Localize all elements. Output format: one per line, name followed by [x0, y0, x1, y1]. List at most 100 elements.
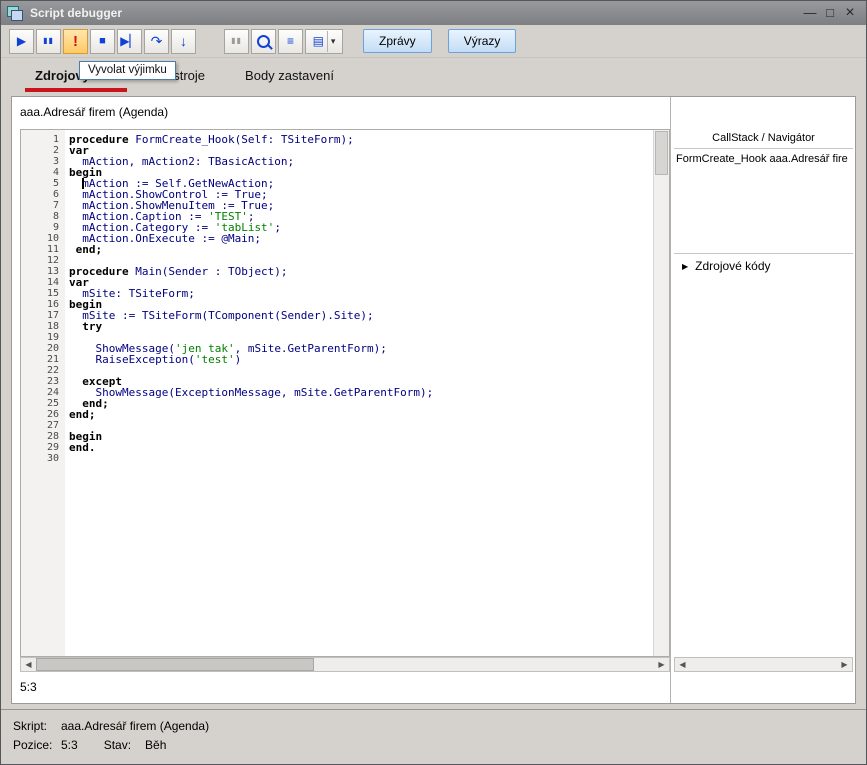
- callstack-horizontal-scrollbar[interactable]: ◀ ▶: [674, 657, 853, 672]
- search-button[interactable]: [251, 29, 276, 54]
- scroll-right-icon[interactable]: ▶: [837, 658, 852, 671]
- raise-exception-button[interactable]: !: [63, 29, 88, 54]
- script-label: Skript:: [13, 719, 61, 733]
- script-value: aaa.Adresář firem (Agenda): [61, 719, 209, 733]
- window-title: Script debugger: [30, 6, 800, 20]
- editor-vertical-scrollbar[interactable]: [653, 130, 669, 656]
- code-line: [69, 365, 653, 376]
- script-debugger-window: Script debugger — □ × ▶ ▮▮! ■ ▶▏ ↷ ↓ ▮▮ ≡ ▤▾ Zpr…: [0, 0, 867, 765]
- editor-horizontal-scrollbar[interactable]: ◀ ▶: [20, 657, 670, 672]
- navigator-tree[interactable]: ▶ Zdrojové kódy: [674, 252, 853, 657]
- line-number: 22: [21, 365, 65, 376]
- line-number: 20: [21, 343, 65, 354]
- run-button[interactable]: ▶: [9, 29, 34, 54]
- vscroll-thumb[interactable]: [655, 131, 668, 175]
- code-line: end;: [69, 409, 653, 420]
- expressions-toggle-button[interactable]: Výrazy: [448, 29, 517, 53]
- code-line: end;: [69, 398, 653, 409]
- code-line: mAction.OnExecute := @Main;: [69, 233, 653, 244]
- state-label: Stav:: [104, 738, 131, 752]
- line-number: 5: [21, 178, 65, 189]
- callstack-panel: CallStack / Navigátor FormCreate_Hook aa…: [674, 129, 853, 657]
- callstack-list[interactable]: FormCreate_Hook aaa.Adresář fire: [674, 148, 853, 254]
- code-line: mSite := TSiteForm(TComponent(Sender).Si…: [69, 310, 653, 321]
- pause-secondary-button[interactable]: ▮▮: [224, 29, 249, 54]
- line-number: 6: [21, 189, 65, 200]
- document-title: aaa.Adresář firem (Agenda): [20, 105, 168, 119]
- status-script-row: Skript: aaa.Adresář firem (Agenda): [13, 719, 209, 733]
- line-number: 23: [21, 376, 65, 387]
- scroll-right-icon[interactable]: ▶: [654, 658, 669, 671]
- tree-node-zdrojové-kódy[interactable]: ▶ Zdrojové kódy: [674, 252, 853, 273]
- exclamation-icon: !: [73, 34, 78, 49]
- run-to-cursor-button[interactable]: ↷: [144, 29, 169, 54]
- code-area[interactable]: procedure FormCreate_Hook(Self: TSiteFor…: [65, 130, 653, 656]
- code-line: end;: [69, 244, 653, 255]
- line-number: 24: [21, 387, 65, 398]
- window-icon: ▤: [313, 35, 324, 47]
- play-icon: ▶: [17, 35, 26, 47]
- windows-dropdown-button[interactable]: ▤▾: [305, 29, 343, 54]
- line-number: 26: [21, 409, 65, 420]
- scroll-left-icon[interactable]: ◀: [21, 658, 36, 671]
- editor-gutter: 1234567891011121314151617181920212223242…: [21, 130, 65, 656]
- line-number: 9: [21, 222, 65, 233]
- maximize-button[interactable]: □: [820, 1, 840, 25]
- code-line: mAction, mAction2: TBasicAction;: [69, 156, 653, 167]
- code-line: begin: [69, 431, 653, 442]
- line-number: 16: [21, 299, 65, 310]
- step-over-icon: ▶▏: [120, 35, 138, 47]
- line-number: 1: [21, 134, 65, 145]
- tree-expander-icon[interactable]: ▶: [682, 262, 688, 271]
- line-number: 21: [21, 354, 65, 365]
- watch-list-button[interactable]: ≡: [278, 29, 303, 54]
- callstack-header: CallStack / Navigátor: [674, 129, 853, 148]
- stop-button[interactable]: ■: [90, 29, 115, 54]
- state-value: Běh: [145, 738, 166, 752]
- app-icon: [7, 6, 23, 20]
- line-number: 7: [21, 200, 65, 211]
- line-number: 10: [21, 233, 65, 244]
- code-line: [69, 420, 653, 431]
- line-number: 18: [21, 321, 65, 332]
- messages-toggle-button[interactable]: Zprávy: [363, 29, 432, 53]
- close-button[interactable]: ×: [840, 1, 860, 25]
- minimize-button[interactable]: —: [800, 1, 820, 25]
- tab-breakpoints[interactable]: Body zastavení: [225, 59, 354, 95]
- caret-position-label: 5:3: [20, 680, 37, 694]
- status-position-row: Pozice: 5:3 Stav: Běh: [13, 738, 166, 752]
- pause-button[interactable]: ▮▮: [36, 29, 61, 54]
- line-number: 17: [21, 310, 65, 321]
- toolbar: ▶ ▮▮! ■ ▶▏ ↷ ↓ ▮▮ ≡ ▤▾ Zprávy Výrazy: [1, 25, 866, 58]
- code-line: try: [69, 321, 653, 332]
- code-line: end.: [69, 442, 653, 453]
- step-over-button[interactable]: ▶▏: [117, 29, 142, 54]
- titlebar[interactable]: Script debugger — □ ×: [1, 1, 866, 25]
- list-icon: ≡: [287, 35, 294, 47]
- line-number: 28: [21, 431, 65, 442]
- toolbar-buttons: ▶ ▮▮! ■ ▶▏ ↷ ↓ ▮▮ ≡ ▤▾: [9, 29, 345, 54]
- panel-splitter[interactable]: [670, 97, 671, 703]
- position-value: 5:3: [61, 738, 78, 752]
- tree-node-label: Zdrojové kódy: [695, 259, 770, 273]
- line-number: 4: [21, 167, 65, 178]
- pause-gray-icon: ▮▮: [231, 37, 242, 45]
- callstack-item[interactable]: FormCreate_Hook aaa.Adresář fire: [674, 149, 853, 165]
- code-editor[interactable]: 1234567891011121314151617181920212223242…: [20, 129, 670, 657]
- curved-arrow-icon: ↷: [151, 34, 163, 48]
- line-number: 3: [21, 156, 65, 167]
- text-caret: [82, 178, 84, 189]
- hscroll-thumb[interactable]: [36, 658, 314, 671]
- dropdown-arrow-icon[interactable]: ▾: [327, 31, 336, 52]
- scroll-left-icon[interactable]: ◀: [675, 658, 690, 671]
- line-number: 12: [21, 255, 65, 266]
- stop-icon: ■: [99, 36, 106, 47]
- code-line: mSite: TSiteForm;: [69, 288, 653, 299]
- line-number: 11: [21, 244, 65, 255]
- code-line: [69, 453, 653, 464]
- magnifier-icon: [257, 35, 270, 48]
- down-arrow-icon: ↓: [180, 34, 187, 48]
- line-number: 27: [21, 420, 65, 431]
- line-number: 19: [21, 332, 65, 343]
- step-out-button[interactable]: ↓: [171, 29, 196, 54]
